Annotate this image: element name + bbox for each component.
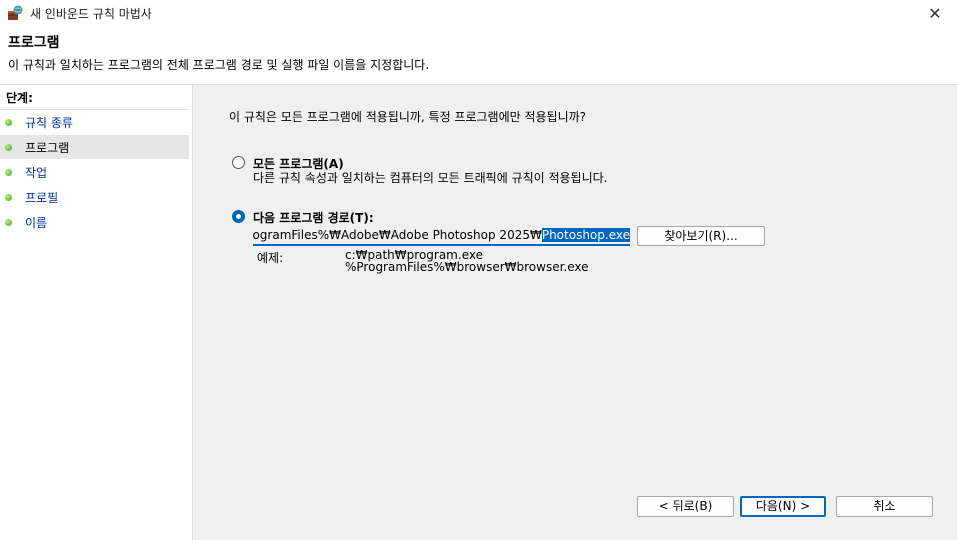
program-path-prefix: %ProgramFiles%₩Adobe₩Adobe Photoshop 202… (253, 228, 542, 242)
cancel-button[interactable]: 취소 (836, 496, 933, 517)
window-title: 새 인바운드 규칙 마법사 (30, 7, 152, 21)
this-program-label[interactable]: 다음 프로그램 경로(T): (253, 209, 374, 226)
step-name[interactable]: 이름 (0, 210, 189, 234)
wizard-header: 프로그램 이 규칙과 일치하는 프로그램의 전체 프로그램 경로 및 실행 파일… (0, 26, 957, 85)
step-label: 프로그램 (25, 140, 70, 155)
step-label: 프로필 (25, 190, 59, 205)
step-program[interactable]: 프로그램 (0, 135, 189, 159)
step-rule-type[interactable]: 규칙 종류 (0, 110, 189, 134)
step-label: 작업 (25, 165, 48, 180)
step-status-icon (5, 118, 12, 126)
step-status-icon (5, 218, 12, 226)
title-bar: 새 인바운드 규칙 마법사 ✕ (0, 0, 957, 26)
browse-button[interactable]: 찾아보기(R)... (637, 226, 765, 246)
example-values: c:₩path₩program.exe %ProgramFiles%₩brows… (345, 249, 589, 273)
close-icon: ✕ (928, 3, 942, 23)
step-status-icon (5, 143, 12, 151)
this-program-radio[interactable] (232, 210, 245, 223)
this-program-option[interactable]: 다음 프로그램 경로(T): (232, 209, 374, 226)
back-button[interactable]: < 뒤로(B) (637, 496, 734, 517)
page-description: 이 규칙과 일치하는 프로그램의 전체 프로그램 경로 및 실행 파일 이름을 … (8, 58, 430, 72)
page-title: 프로그램 (8, 35, 60, 51)
program-path-selection: Photoshop.exe (541, 228, 630, 242)
steps-heading: 단계: (6, 91, 33, 105)
example-line: %ProgramFiles%₩browser₩browser.exe (345, 260, 589, 274)
step-label: 이름 (25, 215, 48, 230)
step-profile[interactable]: 프로필 (0, 185, 189, 209)
step-label: 규칙 종류 (25, 115, 73, 130)
all-programs-description: 다른 규칙 속성과 일치하는 컴퓨터의 모든 트래픽에 규칙이 적용됩니다. (253, 171, 608, 185)
program-path-input[interactable]: %ProgramFiles%₩Adobe₩Adobe Photoshop 202… (253, 227, 630, 246)
wizard-content: 이 규칙은 모든 프로그램에 적용됩니까, 특정 프로그램에만 적용됩니까? 모… (193, 85, 957, 540)
step-action[interactable]: 작업 (0, 160, 189, 184)
next-button[interactable]: 다음(N) > (740, 496, 826, 517)
example-label: 예제: (257, 251, 284, 265)
step-status-icon (5, 168, 12, 176)
all-programs-radio[interactable] (232, 156, 245, 169)
steps-sidebar: 단계: 규칙 종류 프로그램 작업 프로필 이름 (0, 85, 193, 540)
firewall-app-icon (8, 5, 23, 20)
program-question: 이 규칙은 모든 프로그램에 적용됩니까, 특정 프로그램에만 적용됩니까? (229, 110, 587, 124)
step-status-icon (5, 193, 12, 201)
close-button[interactable]: ✕ (913, 0, 957, 26)
